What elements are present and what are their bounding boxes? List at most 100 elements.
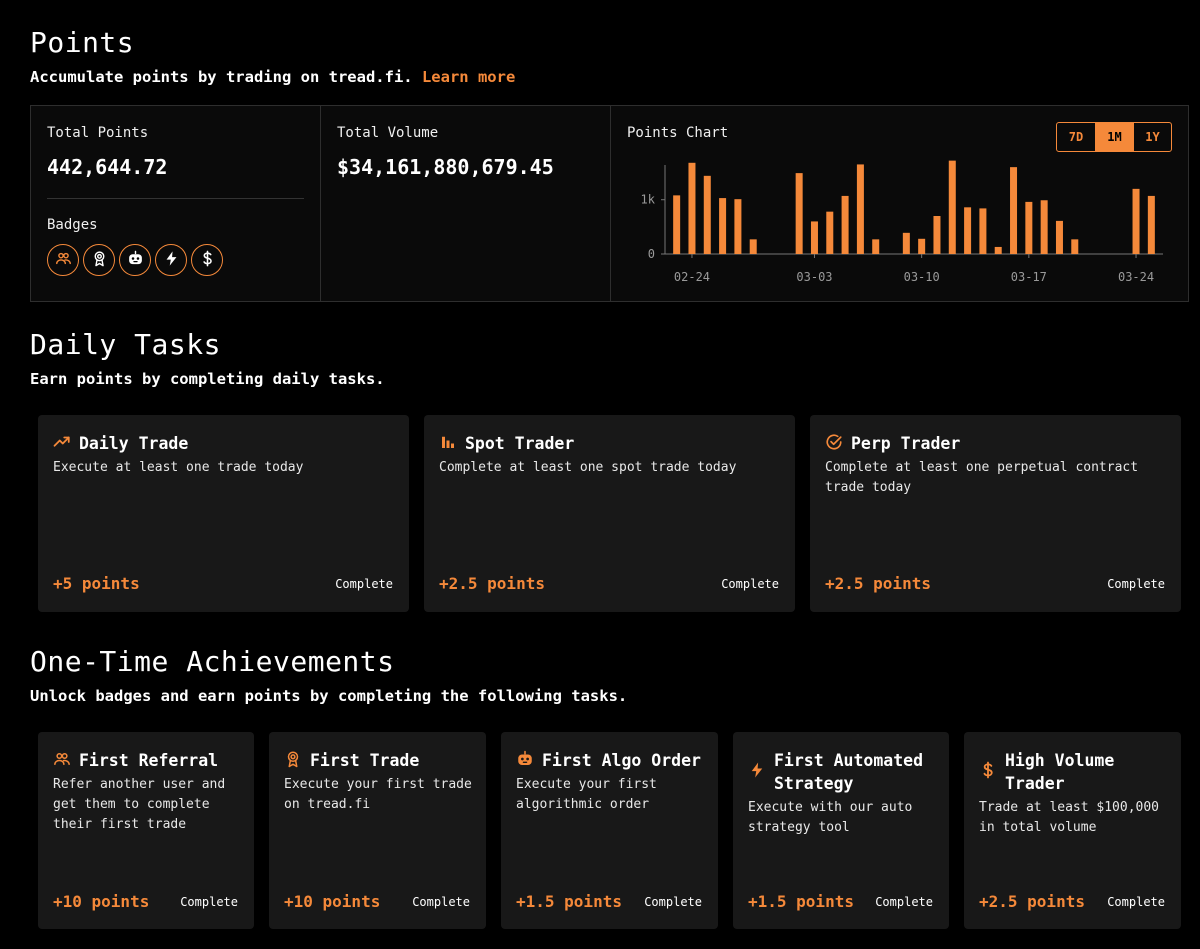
divider [47,198,304,199]
points-bar-chart: 0 1k 02-24 03-03 03-10 03-17 03-24 [641,160,1163,284]
achievement-card-first-algo-order[interactable]: First Algo Order Execute your first algo… [501,732,718,929]
chart-bar [856,164,864,254]
total-volume-panel: Total Volume $34,161,880,679.45 [320,106,610,301]
trending-up-icon [53,433,71,451]
dollar-icon [199,250,216,271]
chart-bar [703,175,711,254]
chart-bar [795,173,803,254]
badges-label: Badges [47,217,98,233]
achievement-title: High Volume Trader [1005,751,1115,793]
achievements-title: One-Time Achievements [30,645,395,678]
chart-bar [826,211,834,254]
achievement-card-first-referral[interactable]: First Referral Refer another user and ge… [38,732,254,929]
achievement-status: Complete [180,895,238,909]
chart-bar [1055,220,1063,254]
task-points: +2.5 points [825,574,931,593]
task-status: Complete [721,577,779,591]
chart-bar [673,195,681,254]
chart-bar [1132,188,1140,254]
check-circle-icon [825,433,843,451]
task-card-daily-trade[interactable]: Daily Trade Execute at least one trade t… [38,415,409,612]
task-status: Complete [335,577,393,591]
total-points-panel: Total Points 442,644.72 Badges [31,106,320,301]
x-tick-label: 02-24 [674,270,710,284]
award-icon [91,250,108,271]
chart-bar [964,207,972,254]
badge-algo-order[interactable] [119,244,151,276]
x-tick-label: 03-03 [796,270,832,284]
task-points: +2.5 points [439,574,545,593]
task-status: Complete [1107,577,1165,591]
y-tick-label: 1k [641,193,656,207]
total-points-label: Total Points [47,125,149,141]
achievement-card-first-trade[interactable]: First Trade Execute your first trade on … [269,732,486,929]
task-points: +5 points [53,574,140,593]
chart-bar [1025,201,1033,254]
achievement-points: +1.5 points [748,892,854,911]
award-icon [284,750,302,768]
badge-automated-strategy[interactable] [155,244,187,276]
badge-referral[interactable] [47,244,79,276]
achievement-status: Complete [412,895,470,909]
chart-bar [749,239,757,254]
achievement-card-high-volume-trader[interactable]: High Volume Trader Trade at least $100,0… [964,732,1181,929]
x-tick-label: 03-17 [1011,270,1047,284]
achievement-description: Execute with our auto strategy tool [748,800,913,835]
achievement-status: Complete [875,895,933,909]
chart-bar [902,232,910,254]
total-volume-label: Total Volume [337,125,439,141]
total-points-value: 442,644.72 [47,155,168,179]
chart-bar [948,160,956,254]
achievement-points: +2.5 points [979,892,1085,911]
chart-bar [688,162,696,254]
dollar-icon [979,761,997,779]
task-card-spot-trader[interactable]: Spot Trader Complete at least one spot t… [424,415,795,612]
daily-tasks-title: Daily Tasks [30,328,221,361]
learn-more-link[interactable]: Learn more [422,68,515,86]
robot-icon [127,250,144,271]
chart-bar [810,221,818,254]
achievement-description: Refer another user and get them to compl… [53,777,226,832]
chart-bar [1071,239,1079,254]
users-icon [53,750,71,768]
lightning-icon [748,761,766,779]
task-description: Complete at least one perpetual contract… [825,460,1139,495]
chart-bar [1040,200,1048,254]
achievement-title: First Algo Order [542,751,701,770]
achievement-card-first-automated-strategy[interactable]: First Automated Strategy Execute with ou… [733,732,949,929]
points-subtitle: Accumulate points by trading on tread.fi… [30,68,515,86]
badge-high-volume[interactable] [191,244,223,276]
achievement-status: Complete [1107,895,1165,909]
points-chart-panel: Points Chart 7D 1M 1Y 0 1k 02-24 03-03 03-10… [610,106,1188,301]
task-card-perp-trader[interactable]: Perp Trader Complete at least one perpet… [810,415,1181,612]
points-title: Points [30,26,135,59]
points-subtitle-text: Accumulate points by trading on tread.fi… [30,68,413,86]
achievement-points: +10 points [53,892,150,911]
achievement-title: First Automated Strategy [774,751,924,793]
chart-bar [994,246,1002,254]
chart-bar [1010,167,1018,254]
task-description: Complete at least one spot trade today [439,460,737,475]
badge-first-trade[interactable] [83,244,115,276]
bar-chart-icon [439,433,457,451]
achievement-description: Execute your first trade on tread.fi [284,777,472,812]
achievement-status: Complete [644,895,702,909]
task-title: Spot Trader [465,434,575,453]
achievement-description: Trade at least $100,000 in total volume [979,800,1160,835]
achievement-points: +1.5 points [516,892,622,911]
lightning-icon [163,250,180,271]
achievement-title: First Trade [310,751,420,770]
task-title: Daily Trade [79,434,189,453]
badges-row [47,244,223,276]
achievement-points: +10 points [284,892,381,911]
chart-bar [933,216,941,254]
robot-icon [516,750,534,768]
x-tick-label: 03-10 [904,270,940,284]
total-volume-value: $34,161,880,679.45 [337,155,554,179]
daily-tasks-subtitle: Earn points by completing daily tasks. [30,370,385,388]
chart-bar [734,199,742,254]
achievement-description: Execute your first algorithmic order [516,777,657,812]
users-icon [55,250,72,271]
achievement-title: First Referral [79,751,219,770]
points-summary-panel: Total Points 442,644.72 Badges Total Vol… [30,105,1189,302]
